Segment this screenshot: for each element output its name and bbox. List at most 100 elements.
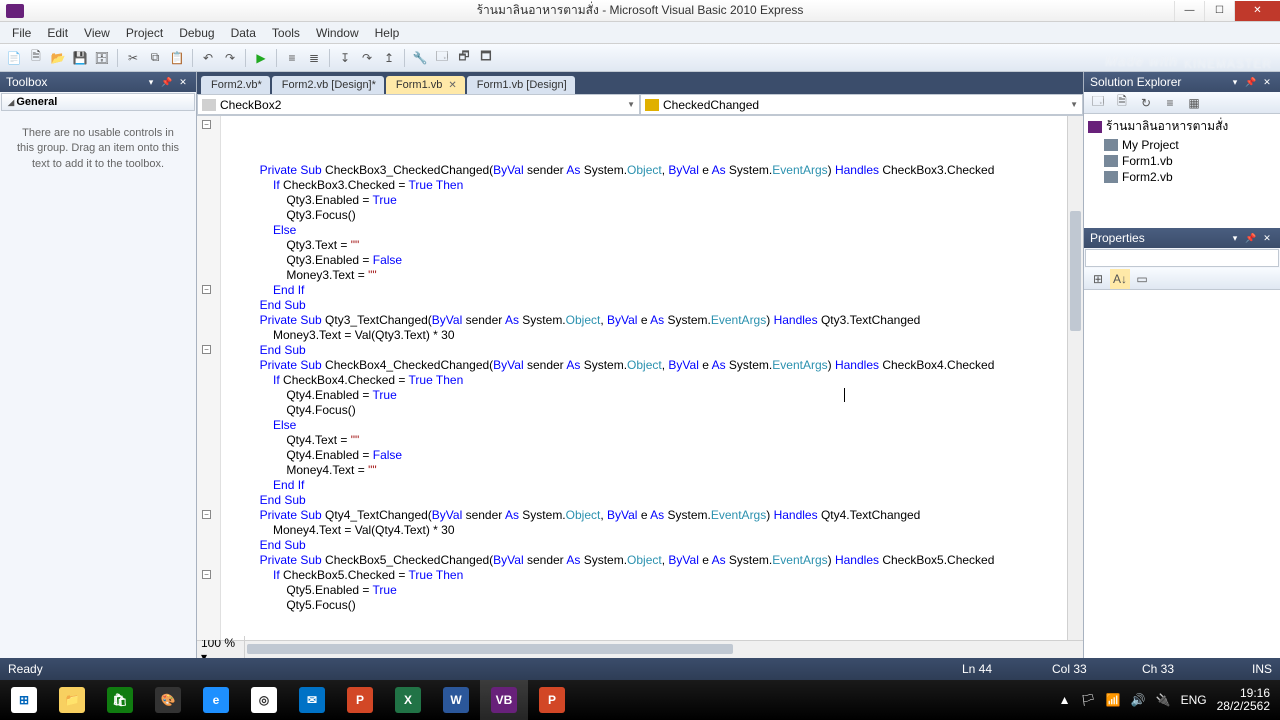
- menu-view[interactable]: View: [76, 24, 118, 42]
- scrollbar-thumb[interactable]: [247, 644, 733, 654]
- tab-form2-vb--design--[interactable]: Form2.vb [Design]*: [272, 76, 384, 94]
- powerpoint-icon[interactable]: P: [336, 680, 384, 720]
- file-explorer-icon[interactable]: 📁: [48, 680, 96, 720]
- show-all-icon[interactable]: 🗎: [1112, 93, 1132, 113]
- properties-grid[interactable]: [1084, 290, 1280, 658]
- paste-icon[interactable]: 📋: [167, 48, 187, 68]
- chrome-icon[interactable]: ◎: [240, 680, 288, 720]
- add-item-icon[interactable]: 🗎: [26, 48, 46, 68]
- properties-header[interactable]: Properties ▾ 📌 ✕: [1084, 228, 1280, 248]
- toolbox-category-general[interactable]: General: [1, 93, 195, 111]
- pin-icon[interactable]: 📌: [1244, 233, 1258, 244]
- step-over-icon[interactable]: ↷: [357, 48, 377, 68]
- code-content[interactable]: Private Sub CheckBox3_CheckedChanged(ByV…: [221, 116, 1067, 640]
- scrollbar-thumb[interactable]: [1070, 211, 1081, 331]
- close-button[interactable]: ✕: [1234, 1, 1280, 21]
- menu-data[interactable]: Data: [223, 24, 264, 42]
- mail-icon[interactable]: ✉: [288, 680, 336, 720]
- categorized-icon[interactable]: ⊞: [1088, 269, 1108, 289]
- excel-icon[interactable]: X: [384, 680, 432, 720]
- dropdown-icon[interactable]: ▾: [144, 77, 158, 88]
- menu-project[interactable]: Project: [118, 24, 171, 42]
- tree-item[interactable]: Form2.vb: [1086, 169, 1278, 185]
- tab-form2-vb-[interactable]: Form2.vb*: [201, 76, 270, 94]
- status-col: Col 33: [1052, 662, 1142, 676]
- minimize-button[interactable]: —: [1174, 1, 1204, 21]
- class-dropdown[interactable]: CheckBox2▼: [197, 94, 640, 115]
- tool-icon[interactable]: 🗗: [454, 48, 474, 68]
- tab-form1-vb--design-[interactable]: Form1.vb [Design]: [467, 76, 575, 94]
- action-center-icon[interactable]: 🏳: [1081, 693, 1096, 707]
- properties-object-dropdown[interactable]: [1085, 249, 1279, 267]
- save-all-icon[interactable]: 🗄: [92, 48, 112, 68]
- system-tray[interactable]: ▲ 🏳 📶 🔊 🔌 ENG 19:1628/2/2562: [1049, 687, 1280, 713]
- tab-form1-vb[interactable]: Form1.vb✕: [386, 76, 465, 94]
- language-indicator[interactable]: ENG: [1181, 693, 1207, 707]
- clock[interactable]: 19:1628/2/2562: [1217, 687, 1270, 713]
- ie-icon[interactable]: e: [192, 680, 240, 720]
- vertical-scrollbar[interactable]: [1067, 116, 1083, 640]
- outline-collapse-icon[interactable]: −: [202, 510, 211, 519]
- solution-tree[interactable]: ร้านมาลินอาหารตามสั่ง My ProjectForm1.vb…: [1084, 114, 1280, 228]
- tool-icon[interactable]: 🗖: [476, 48, 496, 68]
- store-icon[interactable]: 🛍: [96, 680, 144, 720]
- volume-icon[interactable]: 🔊: [1131, 693, 1146, 707]
- refresh-icon[interactable]: ↻: [1136, 93, 1156, 113]
- start-button[interactable]: ⊞: [0, 680, 48, 720]
- paint-icon[interactable]: 🎨: [144, 680, 192, 720]
- open-icon[interactable]: 📂: [48, 48, 68, 68]
- uncomment-icon[interactable]: ≣: [304, 48, 324, 68]
- network-icon[interactable]: 📶: [1106, 693, 1121, 707]
- menu-edit[interactable]: Edit: [39, 24, 76, 42]
- menu-window[interactable]: Window: [308, 24, 367, 42]
- word-icon[interactable]: W: [432, 680, 480, 720]
- menu-debug[interactable]: Debug: [171, 24, 222, 42]
- close-tab-icon[interactable]: ✕: [448, 80, 456, 91]
- close-icon[interactable]: ✕: [1260, 77, 1274, 88]
- tray-up-icon[interactable]: ▲: [1059, 693, 1071, 707]
- menu-tools[interactable]: Tools: [264, 24, 308, 42]
- outline-collapse-icon[interactable]: −: [202, 120, 211, 129]
- power-icon[interactable]: 🔌: [1156, 693, 1171, 707]
- outline-collapse-icon[interactable]: −: [202, 285, 211, 294]
- dropdown-icon[interactable]: ▾: [1228, 77, 1242, 88]
- view-code-icon[interactable]: ≡: [1160, 93, 1180, 113]
- outline-collapse-icon[interactable]: −: [202, 345, 211, 354]
- menu-file[interactable]: File: [4, 24, 39, 42]
- view-designer-icon[interactable]: ▦: [1184, 93, 1204, 113]
- project-node[interactable]: ร้านมาลินอาหารตามสั่ง: [1086, 116, 1278, 137]
- pin-icon[interactable]: 📌: [160, 77, 174, 88]
- redo-icon[interactable]: ↷: [220, 48, 240, 68]
- close-icon[interactable]: ✕: [176, 77, 190, 88]
- code-editor[interactable]: − − − − − Private Sub CheckBox3_CheckedChang…: [197, 116, 1083, 640]
- cut-icon[interactable]: ✂: [123, 48, 143, 68]
- powerpoint-running-icon[interactable]: P: [528, 680, 576, 720]
- horizontal-scrollbar[interactable]: [245, 643, 1083, 657]
- tool-icon[interactable]: 🔧: [410, 48, 430, 68]
- step-out-icon[interactable]: ↥: [379, 48, 399, 68]
- step-into-icon[interactable]: ↧: [335, 48, 355, 68]
- copy-icon[interactable]: ⧉: [145, 48, 165, 68]
- dropdown-icon[interactable]: ▾: [1228, 233, 1242, 244]
- toolbox-header[interactable]: Toolbox ▾ 📌 ✕: [0, 72, 196, 92]
- method-dropdown[interactable]: CheckedChanged▼: [640, 94, 1083, 115]
- alphabetical-icon[interactable]: A↓: [1110, 269, 1130, 289]
- vb-icon[interactable]: VB: [480, 680, 528, 720]
- menu-help[interactable]: Help: [367, 24, 408, 42]
- outline-gutter[interactable]: − − − − −: [197, 116, 221, 640]
- close-icon[interactable]: ✕: [1260, 233, 1274, 244]
- save-icon[interactable]: 💾: [70, 48, 90, 68]
- undo-icon[interactable]: ↶: [198, 48, 218, 68]
- tool-icon[interactable]: 🗔: [432, 48, 452, 68]
- properties-icon[interactable]: ▭: [1132, 269, 1152, 289]
- pin-icon[interactable]: 📌: [1244, 77, 1258, 88]
- start-icon[interactable]: ▶: [251, 48, 271, 68]
- solution-header[interactable]: Solution Explorer ▾ 📌 ✕: [1084, 72, 1280, 92]
- tree-item[interactable]: My Project: [1086, 137, 1278, 153]
- tree-item[interactable]: Form1.vb: [1086, 153, 1278, 169]
- maximize-button[interactable]: ☐: [1204, 1, 1234, 21]
- new-project-icon[interactable]: 📄: [4, 48, 24, 68]
- comment-icon[interactable]: ≡: [282, 48, 302, 68]
- properties-icon[interactable]: 🗔: [1088, 93, 1108, 113]
- outline-collapse-icon[interactable]: −: [202, 570, 211, 579]
